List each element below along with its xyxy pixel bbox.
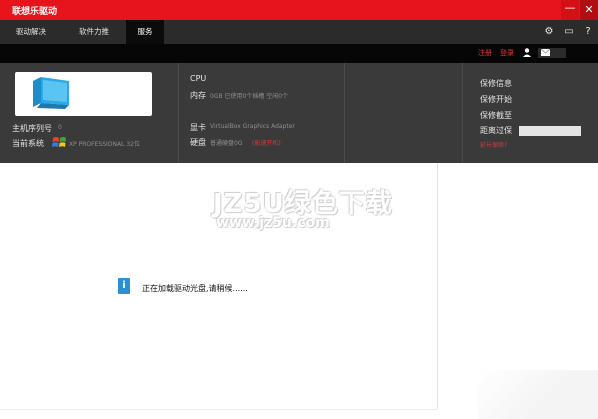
gear-icon[interactable]: ⚙: [543, 26, 555, 38]
close-button[interactable]: ✕: [580, 0, 598, 20]
warranty-info-label: 保修信息: [480, 79, 512, 88]
os-label: 当前系统: [12, 139, 44, 148]
title-bar: [0, 0, 598, 20]
gpu-value: VirtualBox Graphics Adapter: [210, 123, 295, 130]
watermark-url: www.jz5u.com: [216, 215, 330, 231]
tab-software-recommend[interactable]: 软件力推: [62, 20, 126, 44]
windows-logo-icon: [52, 137, 66, 147]
tab-driver-solution[interactable]: 驱动解决: [0, 20, 62, 44]
tab-service[interactable]: 服务: [126, 20, 164, 44]
memory-label: 内存: [190, 91, 206, 100]
warranty-remaining-bar: [519, 126, 581, 136]
gpu-label: 显卡: [190, 123, 206, 132]
app-title: 联想乐驱动: [12, 7, 58, 17]
fast-boot-link[interactable]: (影速开机): [252, 138, 281, 147]
warranty-start-label: 保修开始: [480, 95, 512, 104]
panel-divider: [178, 63, 179, 163]
minimize-button[interactable]: —: [561, 0, 579, 20]
panel-divider: [344, 63, 345, 163]
content-divider: [437, 163, 438, 409]
loading-message: 正在加载驱动光盘,请稍候......: [142, 284, 248, 293]
warranty-remaining-label: 距离过保: [480, 126, 512, 135]
mail-icon: [541, 49, 550, 56]
user-icon[interactable]: [523, 48, 531, 57]
info-icon: i: [118, 278, 130, 294]
corner-shade: [478, 370, 598, 419]
os-value: XP PROFESSIONAL 32位: [69, 141, 140, 148]
serial-label: 主机序列号: [12, 124, 52, 133]
warranty-end-label: 保修截至: [480, 111, 512, 120]
disk-value: 普通硬盘0G: [210, 140, 243, 147]
help-icon[interactable]: ?: [582, 26, 594, 38]
login-link[interactable]: 登录: [500, 48, 514, 58]
disk-label: 硬盘: [190, 138, 206, 147]
register-link[interactable]: 注册: [478, 48, 492, 58]
extend-warranty-link[interactable]: 延长保修?: [480, 140, 507, 149]
panel-divider: [462, 63, 463, 163]
content-bottom-border: [0, 409, 437, 410]
chat-icon[interactable]: ▭: [563, 26, 575, 38]
cpu-label: CPU: [190, 74, 207, 83]
serial-value: 0: [58, 124, 62, 131]
memory-value: 0GB 已使用0个插槽 空闲0个: [210, 93, 289, 100]
computer-icon: [33, 77, 69, 109]
